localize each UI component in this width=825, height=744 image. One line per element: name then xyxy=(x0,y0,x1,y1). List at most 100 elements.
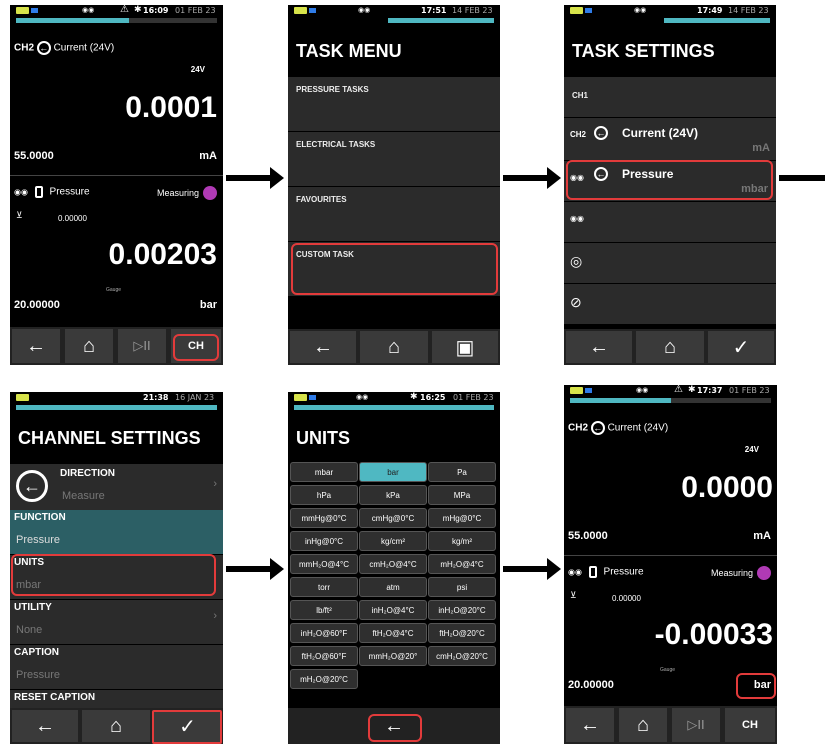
back-button[interactable]: ← xyxy=(566,708,614,742)
unit-option[interactable]: inHg@0°C xyxy=(290,531,358,551)
unit-option[interactable]: mHg@0°C xyxy=(428,508,496,528)
pressure-channel-icon: ◉◉ xyxy=(568,567,582,577)
unit-option[interactable]: ftH₂O@4°C xyxy=(359,623,427,643)
back-button[interactable]: ← xyxy=(12,329,60,363)
unit-option[interactable]: mH₂O@20°C xyxy=(290,669,358,689)
zero-icon[interactable]: ⊻ xyxy=(16,210,23,221)
unit-option[interactable]: torr xyxy=(290,577,358,597)
unit-option[interactable]: kPa xyxy=(359,485,427,505)
home-button[interactable]: ⌂ xyxy=(636,331,704,363)
battery-icon xyxy=(16,394,29,401)
unit-option[interactable]: inH₂O@20°C xyxy=(428,600,496,620)
reading-primary: 0.0001 xyxy=(125,91,217,124)
unit-option[interactable]: mH₂O@4°C xyxy=(428,554,496,574)
task-item-label: ELECTRICAL TASKS xyxy=(296,140,376,149)
setting-direction[interactable]: ← DIRECTION Measure › xyxy=(10,464,223,510)
sensor-icon xyxy=(588,566,597,578)
setting-label: CAPTION xyxy=(14,647,59,658)
flow-arrow-1 xyxy=(226,167,284,189)
unit-option[interactable]: kg/cm² xyxy=(359,531,427,551)
unit-option[interactable]: Pa xyxy=(428,462,496,482)
progress-bar xyxy=(16,405,217,410)
unit-option[interactable]: cmHg@0°C xyxy=(359,508,427,528)
channel-settings-button[interactable]: CH xyxy=(725,708,775,742)
channel-row-ch1[interactable]: CH1 xyxy=(564,77,776,117)
status-time: 17:37 xyxy=(697,386,723,395)
signal-icon xyxy=(31,8,38,13)
unit-secondary: bar xyxy=(199,299,217,311)
unit-option[interactable]: inH₂O@4°C xyxy=(359,600,427,620)
unit-option[interactable]: mmH₂O@20° xyxy=(359,646,427,666)
highlight-box xyxy=(566,160,773,200)
range-max-2: 20.00000 xyxy=(568,679,614,691)
unit-option[interactable]: mmH₂O@4°C xyxy=(290,554,358,574)
unit-option[interactable]: inH₂O@60°F xyxy=(290,623,358,643)
home-button[interactable]: ⌂ xyxy=(65,329,113,363)
back-button[interactable]: ← xyxy=(290,331,356,363)
unit-option[interactable]: lb/ft² xyxy=(290,600,358,620)
task-item-favourites[interactable]: FAVOURITES xyxy=(288,187,500,241)
channel-row-barometer[interactable]: ◎ xyxy=(564,243,776,283)
setting-value: None xyxy=(16,624,43,636)
status-bar: ◉◉ ⚠ ✱ 16:09 01 FEB 23 xyxy=(10,5,223,17)
setting-reset-caption[interactable]: RESET CAPTION xyxy=(10,690,223,708)
setting-caption[interactable]: CAPTION Pressure xyxy=(10,645,223,689)
home-button[interactable]: ⌂ xyxy=(360,331,428,363)
unit-option[interactable]: psi xyxy=(428,577,496,597)
task-item-pressure[interactable]: PRESSURE TASKS xyxy=(288,77,500,131)
channel-dots-icon: ◉◉ xyxy=(634,6,647,14)
unit-option[interactable]: mbar xyxy=(290,462,358,482)
battery-icon xyxy=(570,7,583,14)
range-max: 55.0000 xyxy=(14,150,54,162)
measure-mode-icon[interactable] xyxy=(203,186,217,200)
home-button[interactable]: ⌂ xyxy=(82,710,150,742)
home-button[interactable]: ⌂ xyxy=(619,708,667,742)
direction-icon: ← xyxy=(594,126,608,140)
channel-dots-icon: ◉◉ xyxy=(82,6,95,14)
warning-icon: ⚠ xyxy=(120,5,129,15)
screen-units: ◉◉ ✱ 16:25 01 FEB 23 UNITS mbar bar Pa hPa k… xyxy=(288,392,500,744)
task-item-electrical[interactable]: ELECTRICAL TASKS xyxy=(288,132,500,186)
screen-task-menu: ◉◉ 17:51 14 FEB 23 TASK MENU PRESSURE TA… xyxy=(288,5,500,365)
unit-option[interactable]: kg/m² xyxy=(428,531,496,551)
flow-arrow-2 xyxy=(503,167,561,189)
measure-mode-icon[interactable] xyxy=(757,566,771,580)
unit-option[interactable]: ftH₂O@60°F xyxy=(290,646,358,666)
unit-option[interactable]: hPa xyxy=(290,485,358,505)
setting-function[interactable]: FUNCTION Pressure xyxy=(10,510,223,554)
unit-option[interactable]: atm xyxy=(359,577,427,597)
unit-option[interactable]: ftH₂O@20°C xyxy=(428,623,496,643)
pressure-header[interactable]: ◉◉ Pressure xyxy=(568,566,644,578)
highlight-box xyxy=(368,714,422,742)
channel-row-p2[interactable]: ◉◉ xyxy=(564,202,776,242)
barometer-icon: ◎ xyxy=(570,253,583,269)
setting-value: Pressure xyxy=(16,669,61,681)
confirm-button[interactable]: ✓ xyxy=(708,331,774,363)
channel-row-ext[interactable]: ⊘ xyxy=(564,284,776,324)
highlight-box xyxy=(291,243,498,295)
unit-option[interactable]: bar xyxy=(359,462,427,482)
back-button[interactable]: ← xyxy=(566,331,632,363)
zero-value: 0.00000 xyxy=(612,594,641,603)
back-button[interactable]: ← xyxy=(12,710,78,742)
play-pause-button[interactable]: ▷II xyxy=(672,708,720,742)
highlight-box xyxy=(11,554,216,596)
unit-option[interactable]: cmH₂O@4°C xyxy=(359,554,427,574)
ch2-header[interactable]: CH2 ← Current (24V) xyxy=(568,421,668,435)
status-time: 17:49 xyxy=(697,6,723,15)
save-button[interactable]: ▣ xyxy=(432,331,498,363)
play-pause-button[interactable]: ▷II xyxy=(118,329,166,363)
zero-value: 0.00000 xyxy=(58,214,87,223)
unit-option[interactable]: MPa xyxy=(428,485,496,505)
signal-icon xyxy=(585,8,592,13)
channel-row-ch2[interactable]: CH2 ← Current (24V) mA xyxy=(564,118,776,160)
pressure-header[interactable]: ◉◉ Pressure xyxy=(14,186,90,198)
unit-option[interactable]: mmHg@0°C xyxy=(290,508,358,528)
setting-label: UTILITY xyxy=(14,602,52,613)
ch2-header[interactable]: CH2 ← Current (24V) xyxy=(14,41,114,55)
channel-dots-icon: ◉◉ xyxy=(356,393,369,401)
setting-utility[interactable]: UTILITY None › xyxy=(10,600,223,644)
unit-option[interactable]: cmH₂O@20°C xyxy=(428,646,496,666)
channel-dots-icon: ◉◉ xyxy=(358,6,371,14)
zero-icon[interactable]: ⊻ xyxy=(570,590,577,601)
